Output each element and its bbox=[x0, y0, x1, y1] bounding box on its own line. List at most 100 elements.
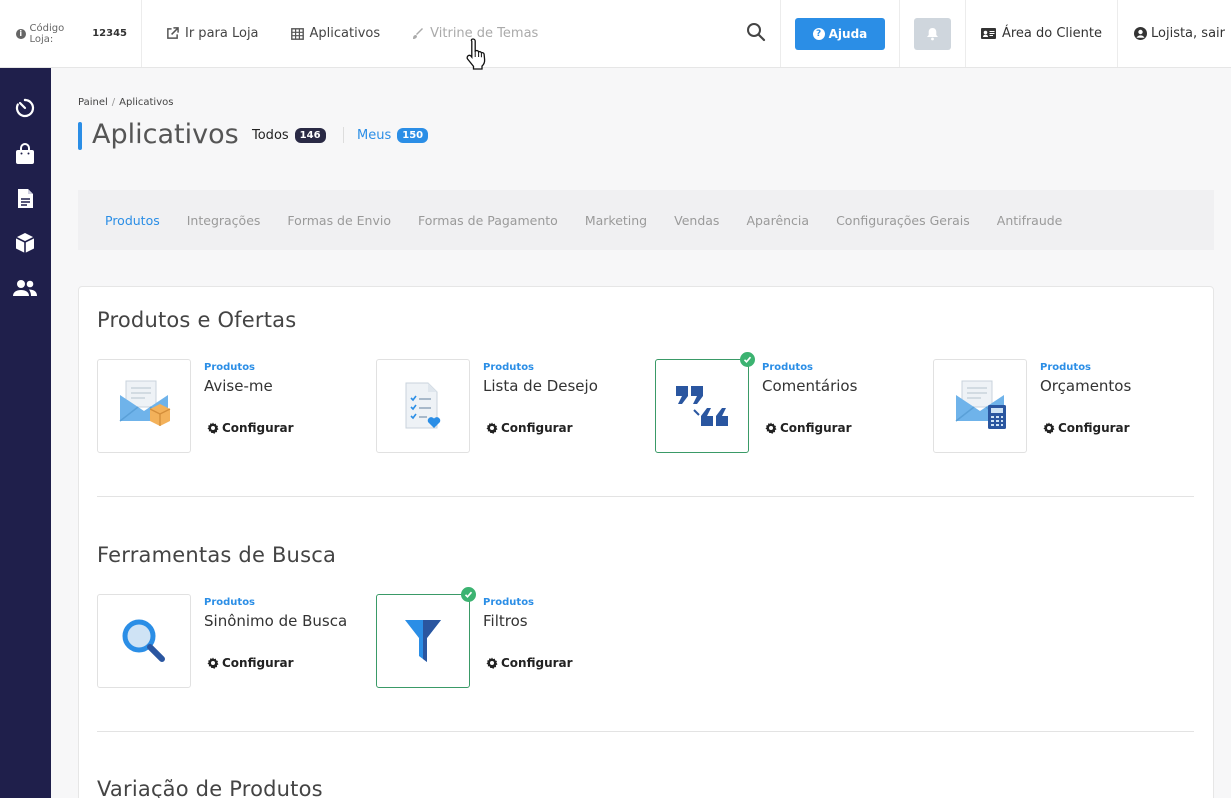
gear-icon bbox=[207, 422, 219, 434]
app-name: Avise-me bbox=[204, 377, 273, 395]
configure-label: Configurar bbox=[501, 421, 573, 435]
sidebar-item-dashboard[interactable] bbox=[13, 96, 37, 120]
app-name: Sinônimo de Busca bbox=[204, 612, 348, 630]
app-icon-avise-me[interactable] bbox=[97, 359, 191, 453]
configure-button[interactable]: Configurar bbox=[207, 421, 294, 435]
breadcrumb-current: Aplicativos bbox=[119, 97, 174, 108]
configure-label: Configurar bbox=[780, 421, 852, 435]
app-icon-filtros[interactable] bbox=[376, 594, 470, 688]
app-category: Produtos bbox=[483, 362, 535, 373]
filter-mine[interactable]: Meus 150 bbox=[357, 128, 429, 143]
sidebar bbox=[0, 68, 51, 798]
client-area-label: Área do Cliente bbox=[1001, 26, 1102, 41]
app-category: Produtos bbox=[204, 362, 256, 373]
app-icon-comentarios[interactable] bbox=[655, 359, 749, 453]
configure-button[interactable]: Configurar bbox=[1043, 421, 1130, 435]
brush-icon bbox=[413, 27, 424, 39]
envelope-calculator-icon bbox=[955, 380, 1006, 429]
store-code-value: 12345 bbox=[92, 28, 127, 39]
configure-button[interactable]: Configurar bbox=[486, 656, 573, 670]
page-title: Aplicativos bbox=[92, 119, 239, 150]
client-area-link[interactable]: Área do Cliente bbox=[966, 0, 1118, 67]
apps-link[interactable]: Aplicativos bbox=[290, 26, 380, 41]
bell-icon bbox=[926, 27, 938, 40]
app-category: Produtos bbox=[483, 597, 535, 608]
app-name: Lista de Desejo bbox=[483, 377, 598, 395]
go-to-store-label: Ir para Loja bbox=[185, 26, 259, 41]
store-code-label: Código Loja: bbox=[29, 22, 65, 45]
app-category: Produtos bbox=[204, 597, 256, 608]
breadcrumb-separator: / bbox=[111, 97, 116, 108]
funnel-icon bbox=[405, 620, 441, 662]
filter-all[interactable]: Todos 146 bbox=[252, 128, 326, 143]
app-name: Filtros bbox=[483, 612, 528, 630]
help-label: Ajuda bbox=[828, 26, 868, 41]
section-divider bbox=[97, 731, 1194, 732]
gear-icon bbox=[486, 657, 498, 669]
filter-all-count: 146 bbox=[294, 128, 326, 143]
app-icon-lista-de-desejo[interactable] bbox=[376, 359, 470, 453]
app-name: Comentários bbox=[762, 377, 858, 395]
app-name: Orçamentos bbox=[1040, 377, 1132, 395]
app-category: Produtos bbox=[1040, 362, 1092, 373]
logout-link[interactable]: Lojista, sair bbox=[1118, 0, 1231, 67]
section-title-ferramentas-busca: Ferramentas de Busca bbox=[97, 543, 337, 567]
breadcrumb-home[interactable]: Painel bbox=[78, 97, 108, 108]
section-title-variacao-produtos: Variação de Produtos bbox=[97, 777, 323, 798]
tab-configuracoes-gerais[interactable]: Configurações Gerais bbox=[836, 213, 970, 228]
tab-integracoes[interactable]: Integrações bbox=[187, 213, 261, 228]
notifications-button[interactable] bbox=[913, 17, 951, 50]
sidebar-item-documents[interactable] bbox=[13, 186, 37, 210]
tab-formas-de-envio[interactable]: Formas de Envio bbox=[287, 213, 391, 228]
section-divider bbox=[97, 496, 1194, 497]
user-circle-icon bbox=[1134, 27, 1147, 40]
id-card-icon bbox=[980, 28, 996, 39]
users-icon bbox=[13, 280, 37, 296]
filter-divider bbox=[343, 127, 344, 143]
configure-button[interactable]: Configurar bbox=[207, 656, 294, 670]
envelope-package-icon bbox=[119, 380, 171, 426]
external-link-icon bbox=[167, 27, 179, 39]
magnifier-icon bbox=[122, 619, 165, 662]
filter-mine-label: Meus bbox=[357, 128, 392, 143]
sidebar-item-customers[interactable] bbox=[13, 276, 37, 300]
gear-icon bbox=[486, 422, 498, 434]
help-button[interactable]: ? Ajuda bbox=[794, 17, 885, 50]
quotes-icon bbox=[676, 386, 728, 426]
filter-all-label: Todos bbox=[252, 128, 289, 143]
installed-check-icon bbox=[740, 352, 755, 367]
tab-vendas[interactable]: Vendas bbox=[674, 213, 719, 228]
sidebar-item-orders[interactable] bbox=[13, 142, 37, 166]
gear-icon bbox=[765, 422, 777, 434]
configure-button[interactable]: Configurar bbox=[486, 421, 573, 435]
tab-marketing[interactable]: Marketing bbox=[585, 213, 647, 228]
configure-label: Configurar bbox=[222, 656, 294, 670]
configure-label: Configurar bbox=[501, 656, 573, 670]
sidebar-item-products[interactable] bbox=[13, 231, 37, 255]
tab-formas-de-pagamento[interactable]: Formas de Pagamento bbox=[418, 213, 558, 228]
configure-button[interactable]: Configurar bbox=[765, 421, 852, 435]
grid-table-icon bbox=[290, 27, 304, 40]
notifications-cell bbox=[900, 0, 966, 67]
tab-antifraude[interactable]: Antifraude bbox=[997, 213, 1063, 228]
go-to-store-link[interactable]: Ir para Loja bbox=[166, 26, 259, 41]
app-icon-sinonimo-de-busca[interactable] bbox=[97, 594, 191, 688]
category-tabs: Produtos Integrações Formas de Envio For… bbox=[78, 190, 1214, 250]
breadcrumb: Painel / Aplicativos bbox=[78, 97, 173, 108]
question-icon: ? bbox=[812, 27, 825, 40]
section-title-produtos-ofertas: Produtos e Ofertas bbox=[97, 308, 297, 332]
installed-check-icon bbox=[461, 587, 476, 602]
title-accent-bar bbox=[78, 122, 82, 150]
help-cell: ? Ajuda bbox=[781, 0, 900, 67]
app-icon-orcamentos[interactable] bbox=[933, 359, 1027, 453]
app-category: Produtos bbox=[762, 362, 814, 373]
store-code: i Código Loja: 12345 bbox=[0, 0, 142, 67]
tab-produtos[interactable]: Produtos bbox=[105, 213, 160, 228]
wishlist-document-icon bbox=[405, 382, 441, 429]
document-icon bbox=[17, 188, 33, 208]
tab-aparencia[interactable]: Aparência bbox=[746, 213, 809, 228]
gear-icon bbox=[207, 657, 219, 669]
info-icon: i bbox=[16, 28, 26, 39]
search-button[interactable] bbox=[746, 22, 766, 46]
gear-icon bbox=[1043, 422, 1055, 434]
